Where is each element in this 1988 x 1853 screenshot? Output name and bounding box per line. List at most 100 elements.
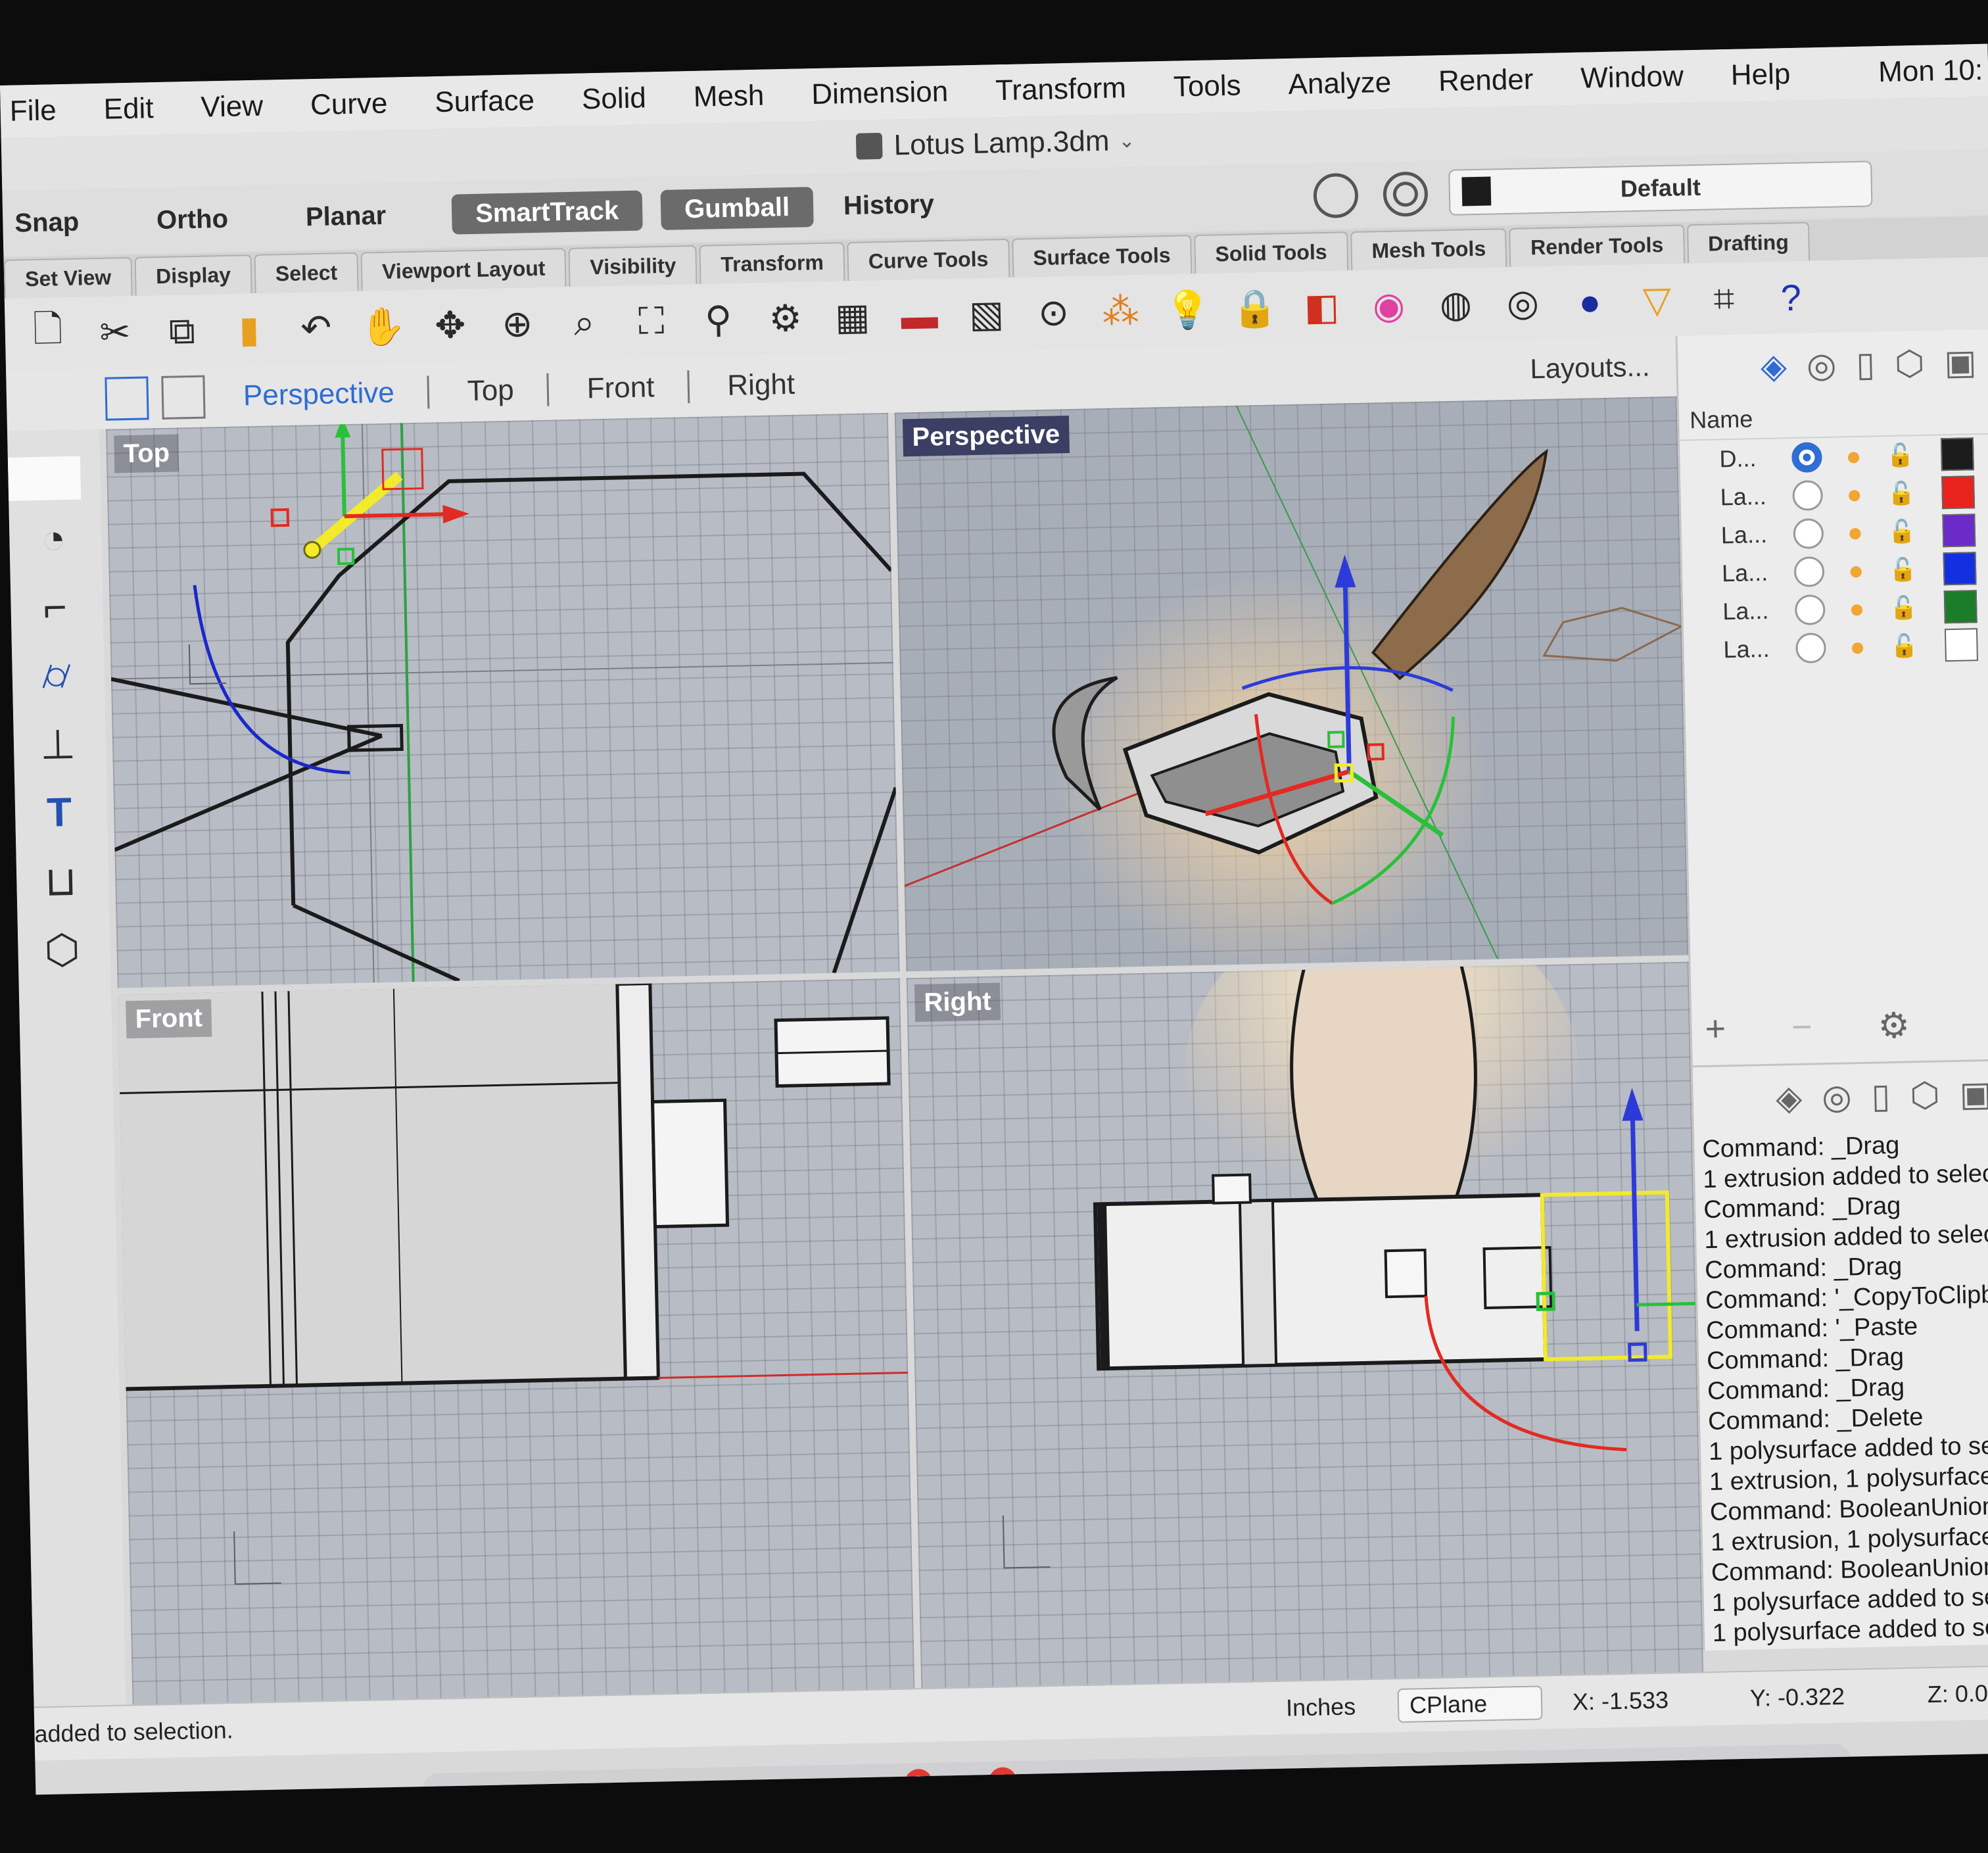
tab-visibility[interactable]: Visibility <box>568 245 698 287</box>
layer-row[interactable]: La... ● 🔓 <box>1723 625 1988 669</box>
display-tab-icon[interactable]: ◎ <box>1806 346 1837 386</box>
current-layer-radio[interactable] <box>1793 556 1825 588</box>
cplane-selector[interactable]: CPlane <box>1397 1685 1543 1723</box>
layer-color-swatch[interactable] <box>1941 514 1976 548</box>
unlock-icon[interactable]: 🔓 <box>1886 442 1914 469</box>
menu-help[interactable]: Help <box>1730 58 1791 92</box>
extrude-tool-icon[interactable]: ⊥ <box>28 713 88 774</box>
viewport-top[interactable]: Top <box>105 412 900 988</box>
menu-render[interactable]: Render <box>1438 63 1534 98</box>
layer-color-swatch[interactable] <box>1941 475 1975 510</box>
dashboard-icon[interactable]: ◷ <box>689 1780 762 1795</box>
viewport-right[interactable]: Right <box>906 961 1704 1689</box>
itunes-icon[interactable]: ♫ <box>1194 1769 1267 1795</box>
menu-dimension[interactable]: Dimension <box>811 76 949 111</box>
render-sphere-icon[interactable]: ● <box>1565 277 1615 327</box>
sphere-wire-icon[interactable]: ◍ <box>1431 279 1481 329</box>
planar-toggle[interactable]: Planar <box>305 201 386 232</box>
layers-tab-icon[interactable]: ◈ <box>1776 1078 1803 1119</box>
tab-right[interactable]: Right <box>727 368 828 402</box>
rotate-view-icon[interactable]: ✥ <box>425 301 475 350</box>
current-layer-radio[interactable] <box>1792 480 1824 512</box>
wireframe-grid-icon[interactable]: ▧ <box>962 289 1012 339</box>
tab-perspective[interactable]: Perspective <box>243 375 430 413</box>
menu-view[interactable]: View <box>201 90 264 124</box>
text-tool-icon[interactable]: T <box>29 782 89 842</box>
tab-viewport-layout[interactable]: Viewport Layout <box>360 248 567 291</box>
camera-tab-icon[interactable]: ▣ <box>1959 1074 1988 1115</box>
current-layer-selector[interactable]: Default <box>1448 160 1873 216</box>
safari-icon[interactable]: ✧ <box>773 1778 846 1795</box>
viewport-perspective[interactable]: Perspective <box>894 396 1689 972</box>
snap-toggle[interactable]: Snap <box>14 207 80 238</box>
display-tab-icon[interactable]: ◎ <box>1822 1077 1853 1117</box>
current-layer-radio[interactable] <box>1794 594 1826 625</box>
photos-icon[interactable]: ✿ <box>1110 1771 1183 1795</box>
light-bulb-icon[interactable]: 💡 <box>1163 285 1213 335</box>
unlock-icon[interactable]: 🔓 <box>1888 518 1916 545</box>
tab-render-tools[interactable]: Render Tools <box>1509 224 1685 267</box>
light-bulb-icon[interactable]: ● <box>1847 517 1863 547</box>
zoom-dynamic-icon[interactable]: ⊕ <box>492 299 542 349</box>
menu-surface[interactable]: Surface <box>435 84 535 119</box>
named-views-icon[interactable]: ⚙ <box>761 293 811 343</box>
new-document-icon[interactable]: 🗋 <box>23 308 73 359</box>
tab-select[interactable]: Select <box>254 252 359 293</box>
finder-icon[interactable]: ☺ <box>437 1785 509 1795</box>
color-wheel-icon[interactable]: ◉ <box>1364 281 1414 331</box>
rhino-icon[interactable]: ◭ <box>1362 1766 1435 1795</box>
single-view-layout-icon[interactable] <box>161 375 206 420</box>
document-title[interactable]: Lotus Lamp.3dm <box>893 125 1110 162</box>
pan-hand-icon[interactable]: ✋ <box>358 302 408 352</box>
tab-set-view[interactable]: Set View <box>3 256 133 299</box>
box-tool-icon[interactable]: ⬡ <box>32 919 93 979</box>
object-tab-icon[interactable]: ⬡ <box>1910 1076 1941 1116</box>
layer-color-swatch[interactable] <box>1940 437 1974 471</box>
layers-tab-icon[interactable]: ◈ <box>1760 347 1787 387</box>
select-objects-icon[interactable]: ⁂ <box>1096 287 1146 337</box>
remove-layer-icon[interactable]: − <box>1791 1007 1813 1048</box>
zoom-window-icon[interactable]: ⌕ <box>559 298 609 348</box>
viewport-front[interactable]: Front <box>117 978 915 1705</box>
tab-curve-tools[interactable]: Curve Tools <box>847 238 1010 281</box>
dimension-icon[interactable]: ⌗ <box>1699 274 1749 324</box>
shaded-car-icon[interactable]: ▬ <box>895 291 945 341</box>
properties-tab-icon[interactable]: ▯ <box>1871 1076 1891 1117</box>
layer-book-icon[interactable]: ◧ <box>1297 282 1347 332</box>
zoom-selected-icon[interactable]: ⚲ <box>694 295 744 345</box>
tab-surface-tools[interactable]: Surface Tools <box>1011 235 1193 277</box>
light-bulb-icon[interactable]: ● <box>1846 479 1862 509</box>
properties-tab-icon[interactable]: ▯ <box>1856 345 1876 385</box>
menubar-clock[interactable]: Mon 10: <box>1878 54 1983 89</box>
layer-color-swatch[interactable] <box>1944 628 1978 662</box>
menu-transform[interactable]: Transform <box>995 72 1127 107</box>
tab-mesh-tools[interactable]: Mesh Tools <box>1350 228 1507 271</box>
layer-row[interactable]: La... ● 🔓 <box>1722 548 1988 592</box>
menu-curve[interactable]: Curve <box>310 87 388 122</box>
layer-name-column[interactable]: Name <box>1678 395 1988 441</box>
circle-tool-icon[interactable]: ◔ <box>24 509 84 569</box>
lock-icon[interactable]: 🔒 <box>1230 283 1280 333</box>
light-bulb-icon[interactable]: ● <box>1849 594 1865 623</box>
select-point-icon[interactable]: ⊙ <box>1029 288 1079 338</box>
units-label[interactable]: Inches <box>1286 1693 1356 1721</box>
light-bulb-icon[interactable]: ● <box>1845 441 1862 471</box>
folder-icon[interactable]: ▭ <box>1634 1760 1707 1795</box>
app-store-icon[interactable]: A <box>605 1782 678 1795</box>
command-input[interactable] <box>7 456 82 501</box>
menu-analyze[interactable]: Analyze <box>1288 66 1392 101</box>
siri-icon[interactable]: ◐ <box>521 1783 594 1795</box>
undo-icon[interactable]: ↶ <box>291 303 341 353</box>
layer-color-swatch[interactable] <box>1943 590 1977 624</box>
time-machine-icon[interactable]: ⟲ <box>1278 1768 1351 1795</box>
history-toggle[interactable]: History <box>843 189 935 221</box>
tab-front[interactable]: Front <box>586 370 690 406</box>
mesh-sphere-icon[interactable]: ◎ <box>1498 278 1548 328</box>
chevron-down-icon[interactable]: ⌄ <box>1118 129 1135 153</box>
menu-file[interactable]: File <box>9 94 57 128</box>
dimension-tool-icon[interactable]: ⊔ <box>30 850 91 911</box>
copy-icon[interactable]: ⧉ <box>157 306 207 356</box>
four-view-layout-icon[interactable] <box>105 376 149 421</box>
layer-row[interactable]: La... ● 🔓 <box>1722 587 1988 631</box>
trash-icon[interactable]: 🗑 <box>1718 1758 1791 1795</box>
